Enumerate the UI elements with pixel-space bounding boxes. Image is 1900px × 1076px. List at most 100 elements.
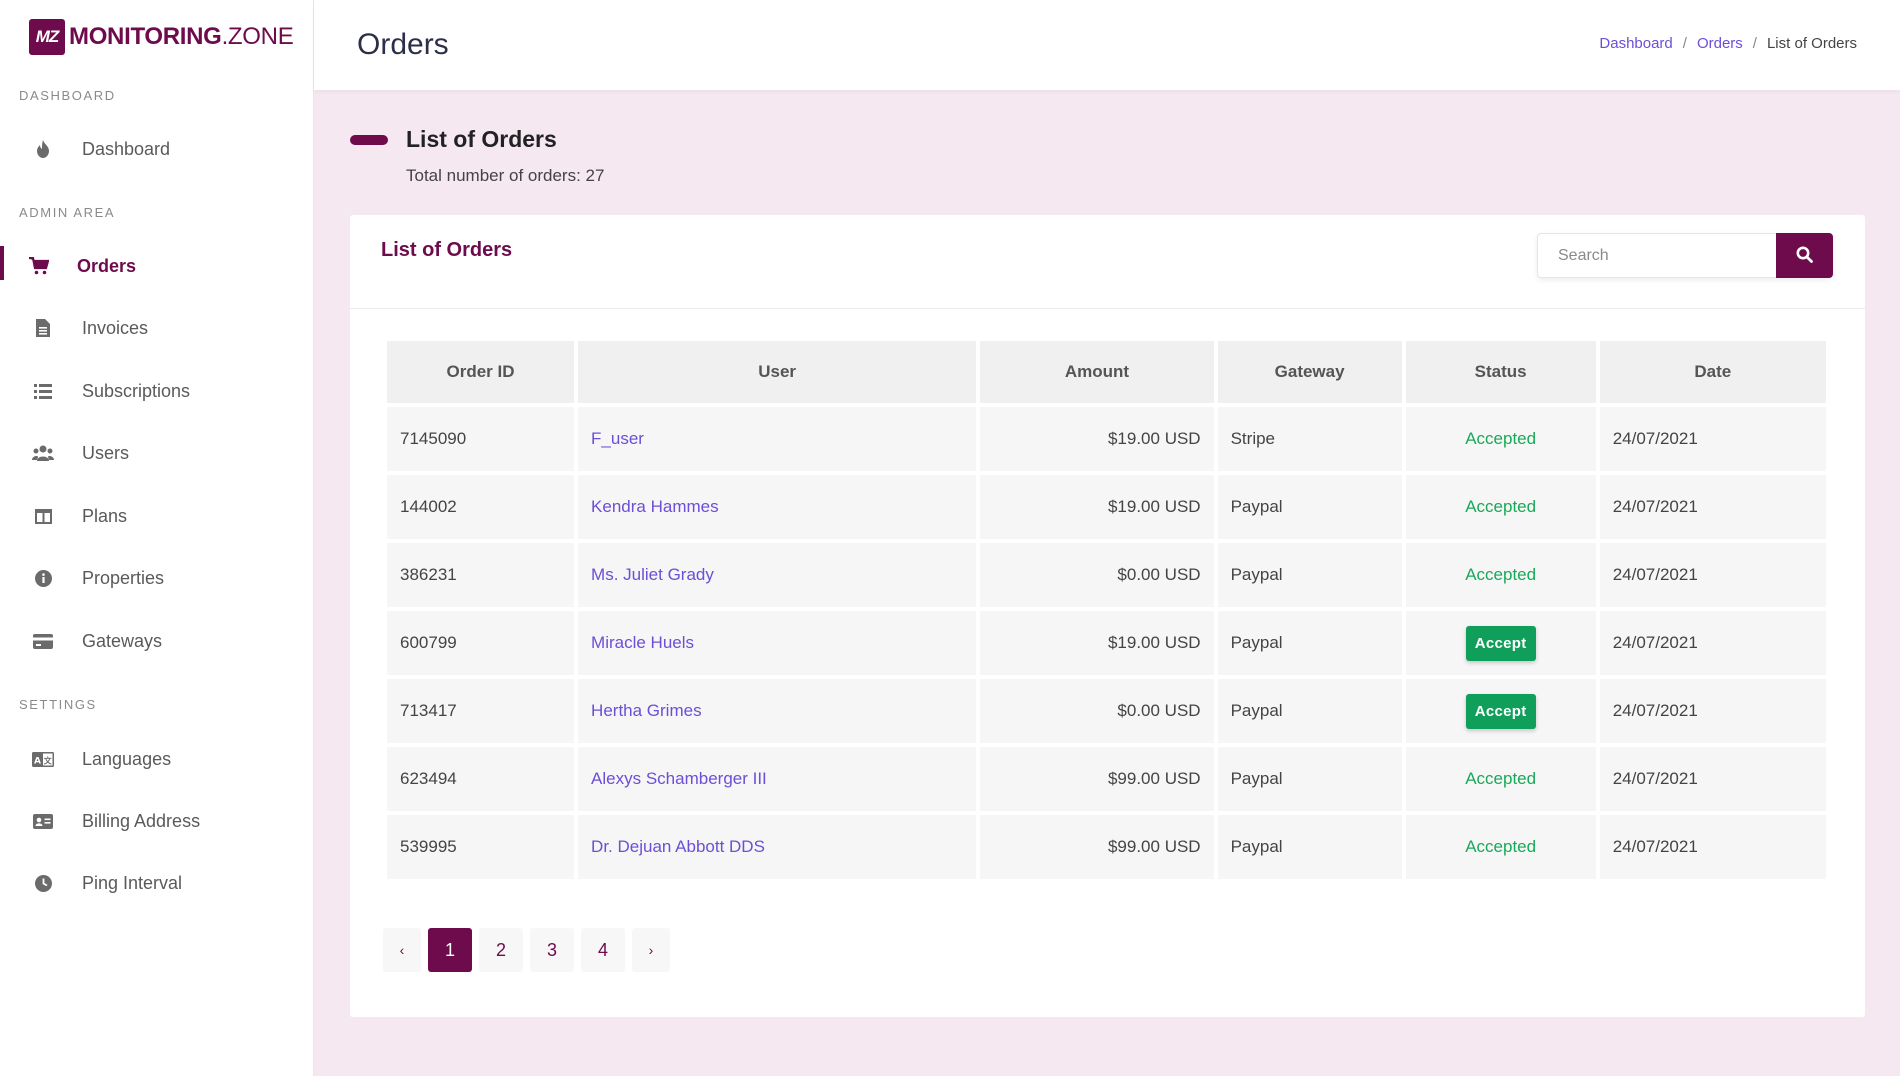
pagination-page-2[interactable]: 2: [479, 928, 523, 972]
search-bar: [1537, 233, 1833, 278]
address-card-icon: [32, 810, 54, 832]
status-cell: Accept: [1405, 611, 1596, 675]
status-accepted: Accepted: [1465, 429, 1537, 448]
gateway-cell: Stripe: [1217, 407, 1402, 471]
sidebar-item-subscriptions[interactable]: Subscriptions: [0, 367, 313, 415]
svg-text:文: 文: [44, 755, 53, 765]
pagination-prev-button[interactable]: ‹: [383, 928, 421, 972]
users-icon: [32, 442, 54, 464]
sidebar: MZ MONITORING.ZONE DASHBOARD Dashboard A…: [0, 0, 314, 1076]
orders-card: List of Orders Order ID User Amount Gate…: [350, 215, 1865, 1017]
sidebar-item-invoices[interactable]: Invoices: [0, 304, 313, 352]
accept-button[interactable]: Accept: [1465, 693, 1536, 729]
order-id-cell: 7145090: [387, 407, 575, 471]
column-header-user[interactable]: User: [578, 341, 977, 403]
date-cell: 24/07/2021: [1599, 475, 1826, 539]
amount-cell: $0.00 USD: [980, 679, 1214, 743]
amount-cell: $99.00 USD: [980, 747, 1214, 811]
amount-cell: $0.00 USD: [980, 543, 1214, 607]
status-accepted: Accepted: [1465, 565, 1537, 584]
pagination-page-4[interactable]: 4: [581, 928, 625, 972]
status-accepted: Accepted: [1465, 769, 1537, 788]
gateway-cell: Paypal: [1217, 475, 1402, 539]
logo-mark: MZ: [29, 19, 65, 55]
order-id-cell: 713417: [387, 679, 575, 743]
table-header-row: Order ID User Amount Gateway Status Date: [387, 341, 1826, 403]
section-title: List of Orders: [406, 126, 557, 152]
sidebar-item-ping-interval[interactable]: Ping Interval: [0, 859, 313, 907]
status-cell: Accepted: [1405, 747, 1596, 811]
user-cell: Dr. Dejuan Abbott DDS: [578, 815, 977, 879]
sidebar-item-languages[interactable]: A文 Languages: [0, 735, 313, 783]
orders-total-count: Total number of orders: 27: [406, 166, 605, 185]
svg-text:A: A: [34, 756, 41, 766]
heading-accent-bar: [350, 135, 388, 145]
section-label-settings: SETTINGS: [19, 697, 97, 712]
sidebar-item-label: Subscriptions: [82, 380, 191, 401]
date-cell: 24/07/2021: [1599, 747, 1826, 811]
user-link[interactable]: Kendra Hammes: [591, 497, 719, 516]
sidebar-item-label: Orders: [77, 255, 137, 276]
user-link[interactable]: Hertha Grimes: [591, 701, 702, 720]
column-header-gateway[interactable]: Gateway: [1217, 341, 1402, 403]
table-row: 623494 Alexys Schamberger III $99.00 USD…: [387, 747, 1826, 811]
gateway-cell: Paypal: [1217, 815, 1402, 879]
table-row: 144002 Kendra Hammes $19.00 USD Paypal A…: [387, 475, 1826, 539]
sidebar-item-label: Users: [82, 442, 130, 463]
breadcrumb: Dashboard / Orders / List of Orders: [1599, 35, 1857, 52]
sidebar-item-plans[interactable]: Plans: [0, 492, 313, 540]
sidebar-item-label: Ping Interval: [82, 872, 183, 893]
pagination-page-3[interactable]: 3: [530, 928, 574, 972]
status-cell: Accepted: [1405, 543, 1596, 607]
user-link[interactable]: Dr. Dejuan Abbott DDS: [591, 837, 765, 856]
card-title: List of Orders: [381, 239, 513, 261]
search-button[interactable]: [1776, 233, 1833, 278]
column-header-status[interactable]: Status: [1405, 341, 1596, 403]
breadcrumb-link-orders[interactable]: Orders: [1697, 35, 1743, 52]
user-cell: Ms. Juliet Grady: [578, 543, 977, 607]
sidebar-item-label: Dashboard: [82, 138, 171, 159]
table-row: 386231 Ms. Juliet Grady $0.00 USD Paypal…: [387, 543, 1826, 607]
sidebar-item-label: Languages: [82, 748, 172, 769]
user-link[interactable]: Miracle Huels: [591, 633, 694, 652]
section-label-dashboard: DASHBOARD: [19, 88, 116, 103]
column-header-date[interactable]: Date: [1599, 341, 1826, 403]
search-input[interactable]: [1537, 233, 1776, 278]
order-id-cell: 386231: [387, 543, 575, 607]
order-id-cell: 539995: [387, 815, 575, 879]
language-icon: A文: [32, 748, 54, 770]
column-header-order-id[interactable]: Order ID: [387, 341, 575, 403]
status-cell: Accepted: [1405, 475, 1596, 539]
sidebar-item-billing-address[interactable]: Billing Address: [0, 797, 313, 845]
user-cell: Miracle Huels: [578, 611, 977, 675]
sidebar-item-users[interactable]: Users: [0, 429, 313, 477]
pagination-page-1[interactable]: 1: [428, 928, 472, 972]
user-link[interactable]: Alexys Schamberger III: [591, 769, 767, 788]
pagination-next-button[interactable]: ›: [632, 928, 670, 972]
section-label-admin-area: ADMIN AREA: [19, 205, 116, 220]
sidebar-item-orders[interactable]: Orders: [0, 242, 313, 290]
search-icon: [1796, 246, 1813, 266]
sidebar-item-gateways[interactable]: Gateways: [0, 617, 313, 665]
gateway-cell: Paypal: [1217, 747, 1402, 811]
cart-icon: [28, 255, 50, 277]
column-header-amount[interactable]: Amount: [980, 341, 1214, 403]
breadcrumb-separator: /: [1752, 35, 1757, 52]
breadcrumb-link-dashboard[interactable]: Dashboard: [1599, 35, 1672, 52]
table-row: 713417 Hertha Grimes $0.00 USD Paypal Ac…: [387, 679, 1826, 743]
date-cell: 24/07/2021: [1599, 815, 1826, 879]
sidebar-item-label: Properties: [82, 567, 165, 588]
breadcrumb-current: List of Orders: [1766, 35, 1857, 52]
user-link[interactable]: Ms. Juliet Grady: [591, 565, 714, 584]
status-accepted: Accepted: [1465, 837, 1537, 856]
accept-button[interactable]: Accept: [1465, 625, 1536, 661]
sidebar-item-properties[interactable]: Properties: [0, 554, 313, 602]
user-link[interactable]: F_user: [591, 429, 644, 448]
status-accepted: Accepted: [1465, 497, 1537, 516]
brand-logo[interactable]: MZ MONITORING.ZONE: [29, 19, 294, 55]
sidebar-item-dashboard[interactable]: Dashboard: [0, 125, 313, 173]
columns-icon: [32, 505, 54, 527]
table-row: 539995 Dr. Dejuan Abbott DDS $99.00 USD …: [387, 815, 1826, 879]
sidebar-item-label: Invoices: [82, 317, 149, 338]
gateway-cell: Paypal: [1217, 679, 1402, 743]
